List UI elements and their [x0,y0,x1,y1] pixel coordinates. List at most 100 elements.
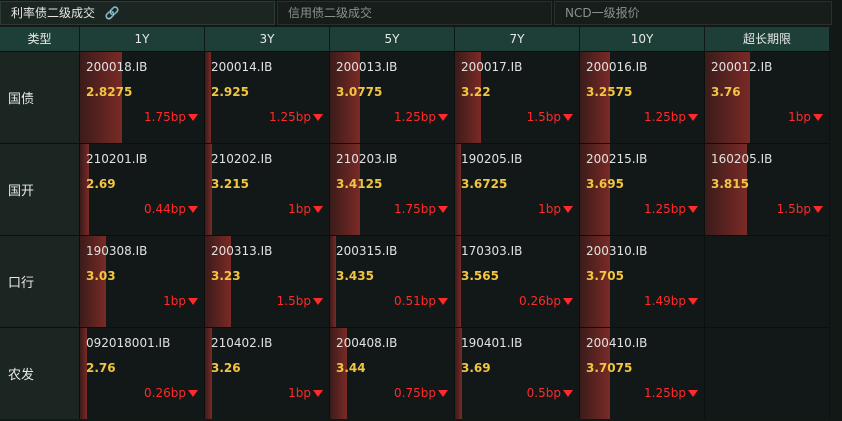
yield-change: 1.5bp [527,110,573,124]
down-triangle-icon [688,390,698,397]
bond-yield: 3.0775 [336,85,383,99]
down-triangle-icon [438,390,448,397]
bond-cell[interactable]: 092018001.IB 2.76 0.26bp [80,327,205,419]
yield-change: 0.51bp [394,294,448,308]
yield-change: 1bp [288,202,323,216]
yield-change-value: 1bp [288,202,311,216]
bond-cell[interactable]: 190401.IB 3.69 0.5bp [455,327,580,419]
yield-change: 1bp [163,294,198,308]
down-triangle-icon [688,206,698,213]
bond-yield: 3.215 [211,177,249,191]
bond-cell[interactable]: 200215.IB 3.695 1.25bp [580,143,705,235]
down-triangle-icon [188,298,198,305]
bond-code: 092018001.IB [86,336,171,350]
bond-code: 210402.IB [211,336,273,350]
bond-code: 200408.IB [336,336,398,350]
yield-change-value: 1.25bp [644,386,686,400]
bond-cell[interactable]: 200410.IB 3.7075 1.25bp [580,327,705,419]
tab-ncd-quotes[interactable]: NCD一级报价 [554,1,832,25]
bond-yield: 3.26 [211,361,241,375]
bond-yield: 3.23 [211,269,241,283]
tab-bar: 利率债二级成交 🔗 信用债二级成交 NCD一级报价 [0,0,842,26]
yield-change: 1bp [288,386,323,400]
yield-change-value: 1.5bp [776,202,811,216]
down-triangle-icon [313,114,323,121]
bond-cell[interactable]: 200017.IB 3.22 1.5bp [455,51,580,143]
yield-change-value: 1bp [163,294,186,308]
bond-cell[interactable]: 170303.IB 3.565 0.26bp [455,235,580,327]
bond-cell[interactable]: 200310.IB 3.705 1.49bp [580,235,705,327]
bond-cell[interactable]: 210202.IB 3.215 1bp [205,143,330,235]
bond-cell[interactable]: 200012.IB 3.76 1bp [705,51,830,143]
link-icon[interactable]: 🔗 [105,2,120,24]
tab-credit-bond-trades[interactable]: 信用债二级成交 [277,1,552,25]
bond-cell[interactable]: 210203.IB 3.4125 1.75bp [330,143,455,235]
bond-yield: 3.44 [336,361,366,375]
bond-yield: 3.695 [586,177,624,191]
bond-yield: 2.925 [211,85,249,99]
down-triangle-icon [813,114,823,121]
bond-code: 210203.IB [336,152,398,166]
bond-code: 200013.IB [336,60,398,74]
bond-cell[interactable]: 160205.IB 3.815 1.5bp [705,143,830,235]
bond-cell[interactable]: 200018.IB 2.8275 1.75bp [80,51,205,143]
bond-yield: 3.705 [586,269,624,283]
yield-change: 1.25bp [269,110,323,124]
yield-change: 0.5bp [527,386,573,400]
bond-yield: 2.76 [86,361,116,375]
yield-change: 1.49bp [644,294,698,308]
yield-change-value: 1.25bp [394,110,436,124]
tab-rate-bond-trades[interactable]: 利率债二级成交 🔗 [0,1,275,25]
row-label: 国开 [0,143,80,235]
header-term-10y: 10Y [580,27,705,51]
yield-change-value: 1bp [538,202,561,216]
yield-change-value: 1.75bp [394,202,436,216]
bond-code: 200313.IB [211,244,273,258]
yield-change-value: 1.5bp [526,110,561,124]
down-triangle-icon [313,298,323,305]
bond-yield: 3.7075 [586,361,633,375]
bond-code: 190401.IB [461,336,523,350]
yield-change-value: 0.44bp [144,202,186,216]
yield-change-value: 0.5bp [526,386,561,400]
bond-cell[interactable]: 200013.IB 3.0775 1.25bp [330,51,455,143]
bond-yield: 3.69 [461,361,491,375]
down-triangle-icon [188,114,198,121]
bond-cell[interactable]: 200408.IB 3.44 0.75bp [330,327,455,419]
yield-change-value: 0.51bp [394,294,436,308]
yield-change: 1.75bp [394,202,448,216]
bond-cell[interactable]: 200315.IB 3.435 0.51bp [330,235,455,327]
empty-cell [705,235,830,327]
yield-change: 1.25bp [394,110,448,124]
down-triangle-icon [313,390,323,397]
down-triangle-icon [688,298,698,305]
bond-cell[interactable]: 210402.IB 3.26 1bp [205,327,330,419]
empty-cell [705,327,830,419]
down-triangle-icon [313,206,323,213]
header-term-3y: 3Y [205,27,330,51]
bond-cell[interactable]: 200014.IB 2.925 1.25bp [205,51,330,143]
yield-change: 1.75bp [144,110,198,124]
bond-cell[interactable]: 210201.IB 2.69 0.44bp [80,143,205,235]
bond-code: 200017.IB [461,60,523,74]
bond-yield: 3.76 [711,85,741,99]
bond-code: 200016.IB [586,60,648,74]
yield-change-value: 1.25bp [644,110,686,124]
down-triangle-icon [188,206,198,213]
bond-code: 200012.IB [711,60,773,74]
bond-cell[interactable]: 190308.IB 3.03 1bp [80,235,205,327]
bond-cell[interactable]: 190205.IB 3.6725 1bp [455,143,580,235]
yield-change-value: 1.25bp [269,110,311,124]
bond-code: 200014.IB [211,60,273,74]
bond-code: 200310.IB [586,244,648,258]
bond-yield: 3.815 [711,177,749,191]
header-term-1y: 1Y [80,27,205,51]
bond-cell[interactable]: 200313.IB 3.23 1.5bp [205,235,330,327]
bond-code: 200410.IB [586,336,648,350]
yield-change: 1.25bp [644,110,698,124]
down-triangle-icon [813,206,823,213]
yield-change-value: 1.5bp [276,294,311,308]
yield-change-value: 0.26bp [519,294,561,308]
yield-change: 0.26bp [519,294,573,308]
bond-cell[interactable]: 200016.IB 3.2575 1.25bp [580,51,705,143]
